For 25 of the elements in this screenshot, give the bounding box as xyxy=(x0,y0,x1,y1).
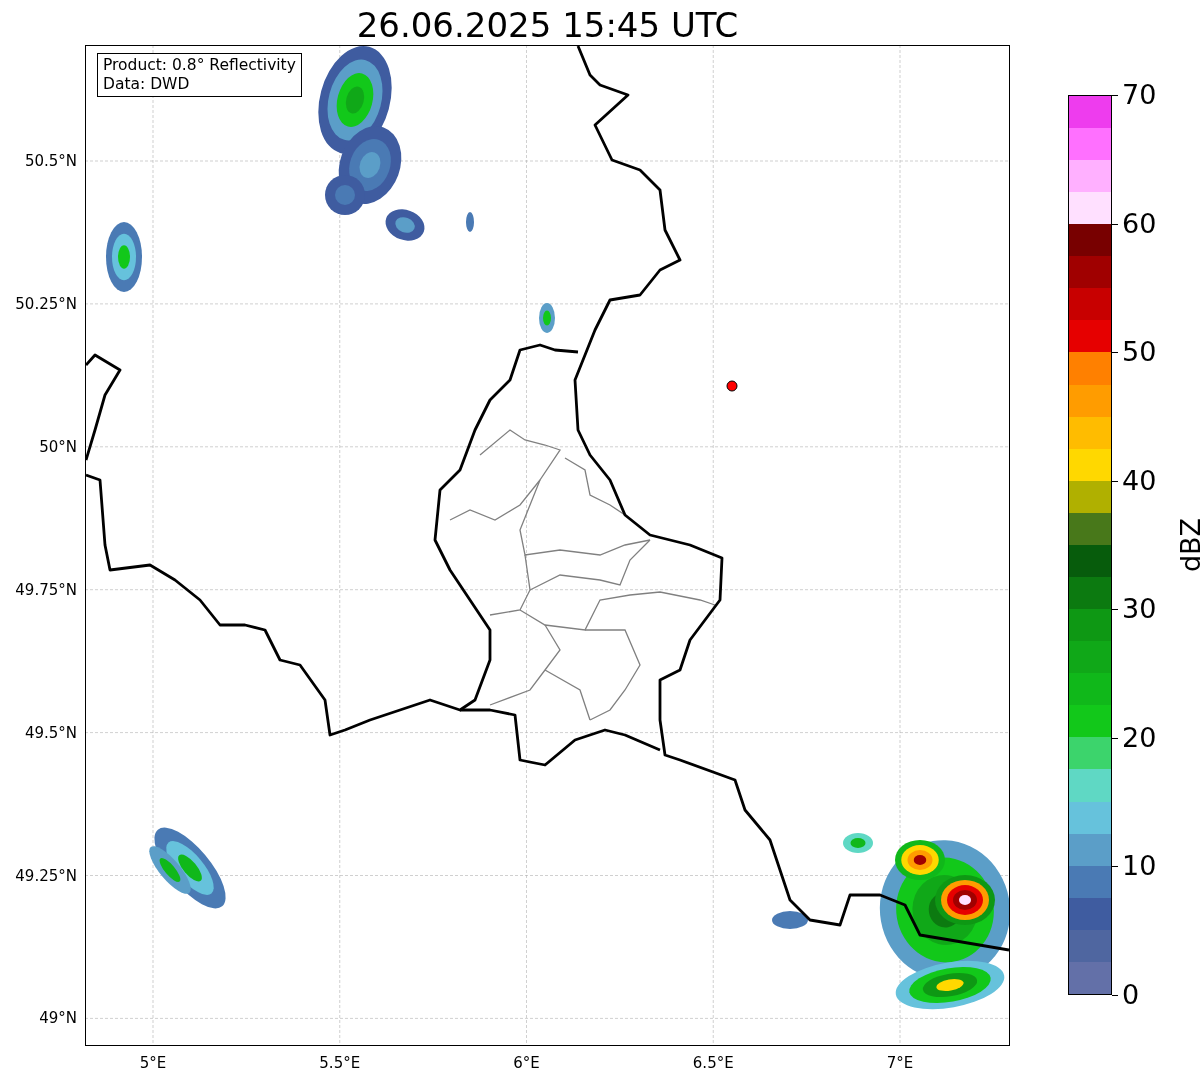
axis-tick-label: 5°E xyxy=(139,1054,167,1072)
axis-tick-label: 5.5°E xyxy=(319,1054,361,1072)
tick-label: 0 xyxy=(1122,980,1140,1010)
axis-tick-label: 50°N xyxy=(39,437,77,456)
tick-label: 30 xyxy=(1122,594,1157,625)
axis-tick-label: 6.5°E xyxy=(692,1054,734,1072)
tick-label: 40 xyxy=(1122,465,1157,496)
axis-tick-label: 7°E xyxy=(886,1054,914,1072)
axis-tick-label: 49.5°N xyxy=(24,723,77,742)
tick-label: 50 xyxy=(1122,337,1157,368)
legend-text: Data: DWD xyxy=(103,75,191,94)
tick-label: 70 xyxy=(1122,80,1157,110)
axis-tick-label: 50.5°N xyxy=(24,152,77,170)
legend-text: Product: 0.8° Reflectivity xyxy=(103,56,296,75)
tick-label: 20 xyxy=(1122,722,1157,753)
axis-tick-label: 50.25°N xyxy=(15,294,77,313)
tick-label: 10 xyxy=(1122,851,1157,882)
axis-tick-label: 49.25°N xyxy=(15,866,77,885)
location-marker-icon xyxy=(726,380,738,392)
axis-tick-label: 49.75°N xyxy=(15,580,77,599)
tick-label: 60 xyxy=(1122,208,1157,239)
axis-tick-label: 6°E xyxy=(513,1054,540,1072)
axis-tick-label: 49°N xyxy=(39,1009,77,1028)
colorbar-label: dBZ xyxy=(1176,517,1202,573)
chart-title: 26.06.2025 15:45 UTC xyxy=(356,5,739,45)
